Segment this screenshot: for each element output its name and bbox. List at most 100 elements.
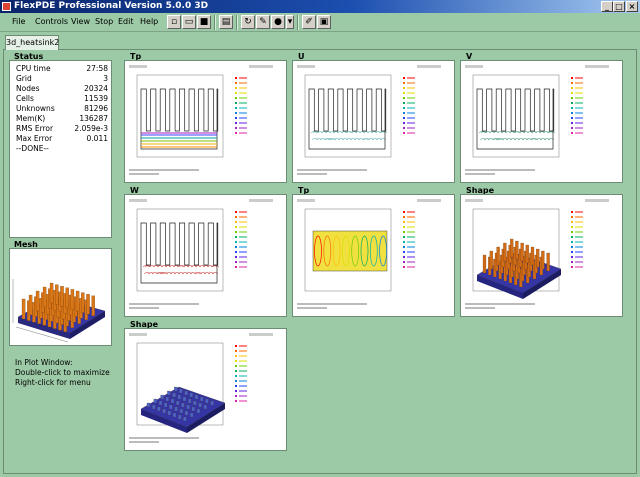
plot-header-mark [465, 199, 483, 202]
heatsink-pin [520, 242, 524, 262]
plot-window-v[interactable] [460, 60, 623, 183]
toolbar-separator [297, 15, 299, 30]
legend-swatch [403, 211, 405, 213]
legend-entry [407, 77, 415, 79]
legend-swatch [571, 117, 573, 119]
legend-swatch [235, 211, 237, 213]
legend-swatch [403, 127, 405, 129]
window-title: FlexPDE Professional Version 5.0.0 3D [14, 1, 209, 11]
window-icon[interactable]: ▣ [317, 15, 331, 29]
plot-window-tp-plan[interactable] [292, 194, 455, 317]
legend-entry [239, 375, 247, 377]
heatsink-pin [153, 398, 157, 404]
legend-entry [575, 211, 583, 213]
plot-window-w[interactable] [124, 194, 287, 317]
legend-entry [239, 87, 247, 89]
status-label: RMS Error [16, 124, 54, 133]
open-folder-icon[interactable]: ▭ [182, 15, 196, 29]
tab-3d-heatsink2[interactable]: 3d_heatsink2 [5, 35, 59, 50]
legend-entry [575, 117, 583, 119]
plot-header-mark [129, 65, 147, 68]
legend-swatch [403, 132, 405, 134]
legend-swatch [571, 261, 573, 263]
plot-window-shape[interactable] [460, 194, 623, 317]
heatsink-pin [160, 394, 164, 400]
maximize-button[interactable]: □ [613, 1, 625, 12]
menu-controls[interactable]: Controls [35, 17, 68, 26]
close-button[interactable]: × [626, 1, 638, 12]
heatsink-pin [184, 390, 188, 396]
plot-window-u[interactable] [292, 60, 455, 183]
legend-entry [239, 221, 247, 223]
mesh-graphic [12, 279, 106, 343]
minimize-button[interactable]: _ [601, 1, 613, 12]
menu-stop[interactable]: Stop [95, 17, 113, 26]
heatsink-pin [496, 246, 500, 266]
legend-swatch [571, 266, 573, 268]
legend-swatch [403, 97, 405, 99]
menu-help[interactable]: Help [140, 17, 158, 26]
mesh-plot[interactable] [9, 248, 112, 346]
new-file-icon[interactable]: ▫ [167, 15, 181, 29]
title-bar: FlexPDE Professional Version 5.0.0 3D _ … [0, 0, 640, 13]
flow-streak [311, 138, 319, 141]
plot-graphic [465, 65, 609, 175]
plot-footer-mark [465, 307, 495, 309]
legend-swatch [235, 77, 237, 79]
legend-entry [407, 112, 415, 114]
heatsink-pin [146, 402, 151, 408]
legend-entry [239, 226, 247, 228]
menu-file[interactable]: File [12, 17, 25, 26]
edit-pencil-icon[interactable]: ✎ [256, 15, 270, 29]
mesh-pin [42, 286, 47, 308]
legend-entry [575, 112, 583, 114]
record-icon[interactable]: ● [271, 15, 285, 29]
heatsink-pin [184, 410, 189, 416]
legend-entry [239, 231, 247, 233]
plot-header-mark [249, 65, 273, 68]
status-row: Mem(K) 136287 [16, 114, 108, 124]
legend-swatch [571, 246, 573, 248]
heatsink-pin [546, 252, 550, 272]
mesh-pin [28, 294, 33, 316]
legend-entry [407, 92, 415, 94]
legend-entry [239, 82, 247, 84]
heatsink-pin [193, 400, 197, 406]
menu-view[interactable]: View [71, 17, 90, 26]
status-row: Grid 3 [16, 74, 108, 84]
mesh-pin [55, 284, 59, 305]
dropdown-arrow-icon[interactable]: ▾ [286, 15, 294, 29]
mesh-pin [65, 287, 69, 308]
legend-swatch [235, 385, 237, 387]
save-icon[interactable]: ■ [197, 15, 211, 29]
heatsink-pin [178, 414, 182, 420]
legend-swatch [571, 241, 573, 243]
status-value: 136287 [79, 114, 108, 123]
legend-entry [239, 216, 247, 218]
heatsink-pin [165, 396, 169, 402]
legend-entry [407, 97, 415, 99]
plot-header-mark [417, 65, 441, 68]
legend-swatch [403, 226, 405, 228]
restart-icon[interactable]: ↻ [241, 15, 255, 29]
legend-swatch [403, 261, 405, 263]
legend-entry [407, 266, 415, 268]
plot-footer-mark [129, 303, 199, 305]
status-row: Nodes 20324 [16, 84, 108, 94]
status-panel: CPU time 27:58 Grid 3 Nodes 20324 Cells 1153… [9, 60, 112, 238]
heatsink-outline [308, 88, 387, 150]
legend-entry [407, 132, 415, 134]
plot-window-shape-flat[interactable] [124, 328, 287, 451]
legend-entry [239, 266, 247, 268]
legend-swatch [571, 226, 573, 228]
legend-entry [239, 400, 247, 402]
print-icon[interactable]: ▤ [219, 15, 233, 29]
menu-edit[interactable]: Edit [118, 17, 134, 26]
legend-entry [575, 107, 583, 109]
legend-swatch [403, 221, 405, 223]
plot-window-tp[interactable] [124, 60, 287, 183]
mesh-pin [70, 289, 75, 310]
legend-swatch [235, 390, 237, 392]
notes-icon[interactable]: ✐ [302, 15, 316, 29]
legend-swatch [571, 97, 573, 99]
